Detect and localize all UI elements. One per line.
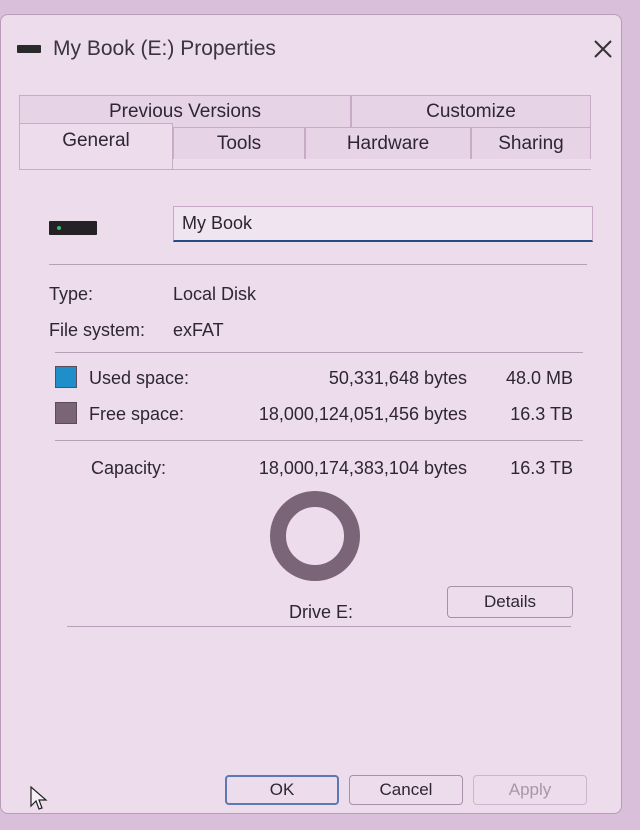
window-title: My Book (E:) Properties [53, 37, 276, 60]
file-system-label: File system: [49, 320, 146, 340]
divider [55, 352, 583, 353]
capacity-bytes: 18,000,174,383,104 bytes [258, 458, 467, 478]
cancel-button[interactable]: Cancel [349, 775, 463, 805]
drive-led [57, 226, 61, 230]
tab-label: General [62, 130, 130, 151]
ok-button[interactable]: OK [225, 775, 339, 805]
details-button[interactable]: Details [447, 586, 573, 618]
type-label: Type: [49, 284, 94, 304]
tab-label: Customize [426, 100, 516, 122]
title-bar: My Book (E:) Properties [1, 15, 621, 73]
free-space-size: 16.3 TB [510, 404, 573, 424]
close-icon [594, 40, 612, 58]
apply-button[interactable]: Apply [473, 775, 587, 805]
drive-icon [17, 45, 41, 53]
free-space-bytes: 18,000,124,051,456 bytes [258, 404, 467, 424]
tab-label: Tools [216, 132, 262, 154]
tab-customize[interactable]: Customize [351, 95, 591, 127]
tab-tools[interactable]: Tools [173, 127, 305, 159]
tab-label: Previous Versions [108, 100, 262, 122]
used-space-swatch [55, 366, 77, 388]
divider [49, 264, 587, 265]
usage-donut-chart [270, 491, 360, 581]
capacity-size: 16.3 TB [510, 458, 573, 478]
general-panel: Type: Local Disk File system: exFAT Used… [19, 169, 593, 780]
tab-sharing[interactable]: Sharing [471, 127, 591, 159]
free-space-swatch [55, 402, 77, 424]
used-space-bytes: 50,331,648 bytes [328, 368, 467, 388]
properties-window: My Book (E:) Properties Previous Version… [0, 14, 622, 814]
tab-label: Sharing [498, 132, 564, 154]
tab-strip: Previous Versions Customize General Tool… [19, 95, 591, 169]
tab-label: Hardware [346, 132, 430, 154]
drive-label: Drive E: [289, 602, 354, 622]
tab-general[interactable]: General [19, 123, 173, 169]
drive-icon [49, 221, 97, 235]
tab-hardware[interactable]: Hardware [305, 127, 471, 159]
used-space-size: 48.0 MB [505, 368, 573, 388]
free-space-label: Free space: [89, 404, 185, 424]
capacity-label: Capacity: [91, 458, 167, 478]
divider [55, 440, 583, 441]
free-space-ring [270, 491, 360, 581]
close-button[interactable] [589, 35, 617, 63]
type-value: Local Disk [173, 284, 257, 304]
volume-name-input[interactable] [173, 206, 593, 242]
divider [67, 626, 571, 627]
mouse-pointer-icon [30, 786, 48, 810]
file-system-value: exFAT [173, 320, 224, 340]
used-space-label: Used space: [89, 368, 190, 388]
